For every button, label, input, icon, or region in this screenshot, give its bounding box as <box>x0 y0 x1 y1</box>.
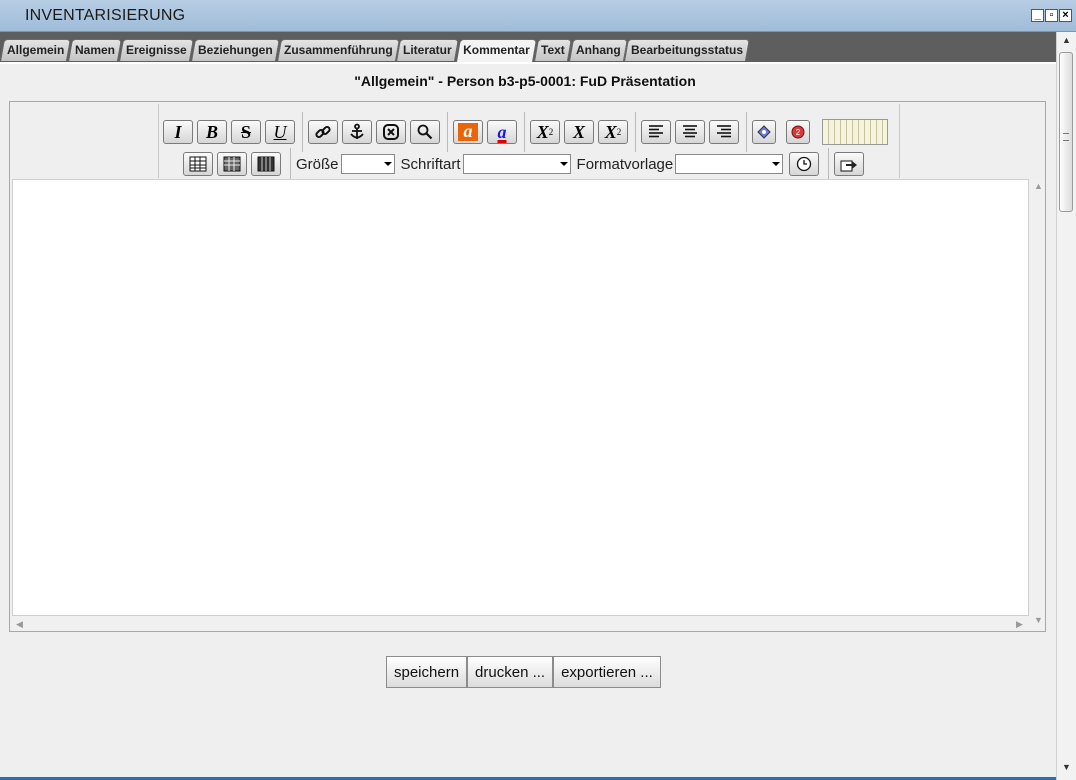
align-right-icon[interactable] <box>709 120 739 144</box>
table-columns-icon[interactable] <box>251 152 281 176</box>
superscript-icon[interactable]: X2 <box>598 120 628 144</box>
scroll-left-icon[interactable]: ◀ <box>16 619 23 630</box>
chevron-down-icon <box>383 162 392 166</box>
minimize-icon[interactable]: _ <box>1031 9 1044 22</box>
link-icon[interactable] <box>308 120 338 144</box>
toolbar-separator <box>524 112 525 152</box>
special-character-icon[interactable] <box>752 120 776 144</box>
font-select[interactable] <box>462 154 571 174</box>
scroll-down-icon[interactable]: ▼ <box>1034 615 1043 625</box>
editor-text-area[interactable] <box>12 179 1029 616</box>
maximize-icon[interactable]: ▫ <box>1045 9 1058 22</box>
scroll-down-icon[interactable]: ▼ <box>1062 762 1071 772</box>
editor-vertical-scrollbar[interactable]: ▲ ▼ <box>1030 179 1045 630</box>
search-icon[interactable] <box>410 120 440 144</box>
anchor-icon[interactable] <box>342 120 372 144</box>
window-vertical-scrollbar[interactable]: ▲ ▼ <box>1056 32 1076 780</box>
grip-icon <box>1063 133 1069 141</box>
style-label: Formatvorlage <box>576 155 674 173</box>
close-icon[interactable]: × <box>1059 9 1072 22</box>
toolbar-separator <box>828 148 830 180</box>
size-label: Größe <box>296 155 339 173</box>
align-center-icon[interactable] <box>675 120 705 144</box>
tab-anhang[interactable]: Anhang <box>568 39 628 61</box>
record-heading: "Allgemein" - Person b3-p5-0001: FuD Prä… <box>354 73 696 89</box>
align-left-icon[interactable] <box>641 120 671 144</box>
tab-kommentar[interactable]: Kommentar <box>456 39 537 62</box>
highlight-color-icon[interactable]: a <box>453 120 483 144</box>
scroll-up-icon[interactable]: ▲ <box>1062 35 1071 45</box>
editor-toolbar: I B S U a a X 2 X X 2 2 Größe Schriftart… <box>158 104 900 180</box>
tab-bearbeitungsstatus[interactable]: Bearbeitungsstatus <box>624 39 751 61</box>
tab-text[interactable]: Text <box>533 39 572 61</box>
rich-text-editor: I B S U a a X 2 X X 2 2 Größe Schriftart… <box>9 101 1046 632</box>
tab-allgemein[interactable]: Allgemein <box>0 39 72 61</box>
insert-table-icon[interactable] <box>183 152 213 176</box>
spellcheck-icon[interactable]: 2 <box>786 120 810 144</box>
action-buttons: speichern drucken ... exportieren ... <box>386 656 661 688</box>
toolbar-separator <box>746 112 747 152</box>
tab-namen[interactable]: Namen <box>68 39 123 61</box>
tab-beziehungen[interactable]: Beziehungen <box>191 39 280 61</box>
main-panel: "Allgemein" - Person b3-p5-0001: FuD Prä… <box>0 62 1056 780</box>
svg-text:2: 2 <box>796 128 801 137</box>
export-icon[interactable] <box>834 152 865 176</box>
save-button[interactable]: speichern <box>386 656 468 688</box>
tab-zusammenfuehrung[interactable]: Zusammenführung <box>276 39 400 61</box>
chevron-down-icon <box>772 162 781 166</box>
window-controls: _ ▫ × <box>1031 9 1072 22</box>
toolbar-separator <box>290 148 291 180</box>
scroll-right-icon[interactable]: ▶ <box>1016 619 1023 630</box>
scroll-up-icon[interactable]: ▲ <box>1034 181 1043 191</box>
table-rows-icon[interactable] <box>217 152 247 176</box>
remove-link-icon[interactable] <box>376 120 406 144</box>
scrollbar-thumb[interactable] <box>1059 52 1073 212</box>
font-label: Schriftart <box>400 155 461 173</box>
toolbar-separator <box>635 112 636 152</box>
style-select[interactable] <box>675 154 784 174</box>
toolbar-separator <box>302 112 303 152</box>
size-select[interactable] <box>340 154 395 174</box>
clock-icon[interactable] <box>789 152 820 176</box>
window-title: INVENTARISIERUNG <box>25 7 186 24</box>
export-button[interactable]: exportieren ... <box>553 656 661 688</box>
bold-icon[interactable]: B <box>197 120 227 144</box>
normal-script-icon[interactable]: X <box>564 120 594 144</box>
tab-list: Allgemein Namen Ereignisse Beziehungen Z… <box>0 39 751 62</box>
tab-ereignisse[interactable]: Ereignisse <box>119 39 195 61</box>
italic-icon[interactable]: I <box>163 120 193 144</box>
tab-bar: Allgemein Namen Ereignisse Beziehungen Z… <box>0 32 1056 62</box>
window-title-bar: INVENTARISIERUNG _ ▫ × <box>0 0 1076 32</box>
font-color-icon[interactable]: a <box>487 120 517 144</box>
subscript-icon[interactable]: X2 <box>530 120 560 144</box>
strikethrough-icon[interactable]: S <box>231 120 261 144</box>
print-button[interactable]: drucken ... <box>467 656 554 688</box>
chevron-down-icon <box>559 162 568 166</box>
editor-horizontal-scrollbar[interactable]: ◀ ▶ <box>12 616 1029 631</box>
underline-icon[interactable]: U <box>265 120 295 144</box>
toolbar-separator <box>447 112 448 152</box>
tab-literatur[interactable]: Literatur <box>396 39 460 61</box>
virtual-keyboard-icon[interactable] <box>822 119 888 145</box>
